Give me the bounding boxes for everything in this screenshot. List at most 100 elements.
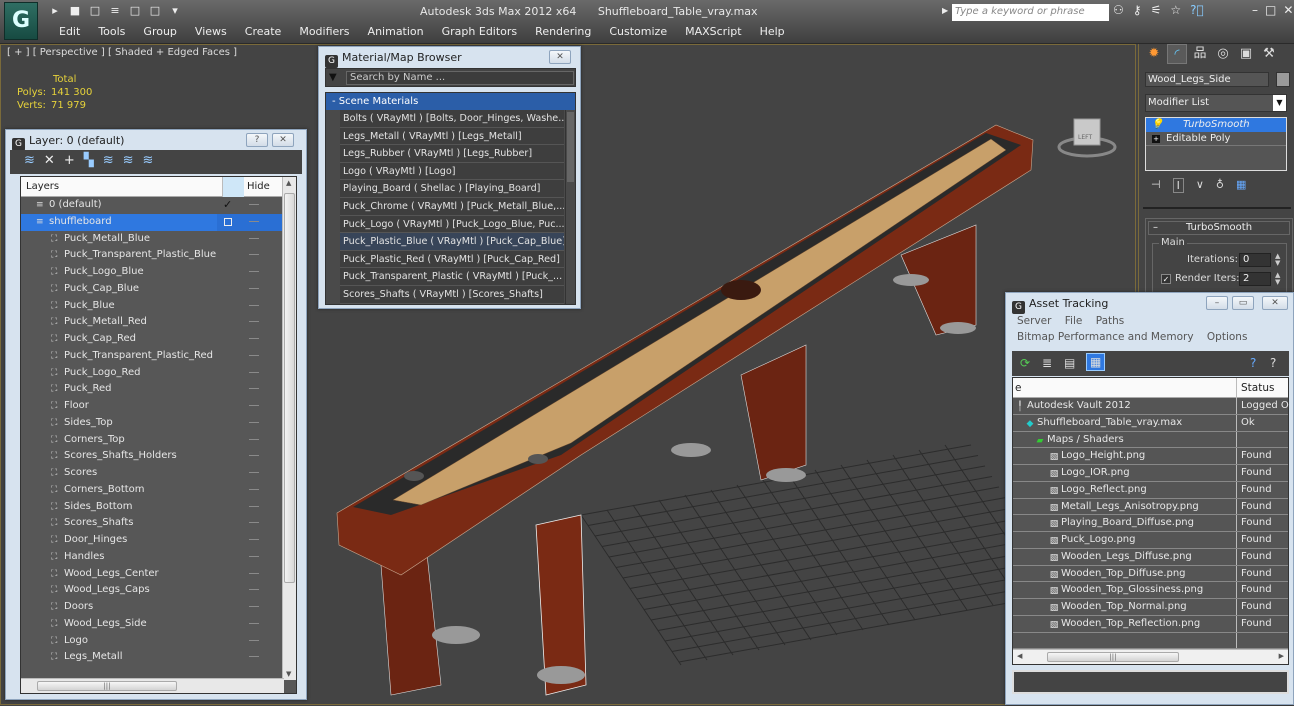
hide-toggle[interactable] — [249, 606, 259, 607]
show-end-result-icon[interactable]: I — [1172, 178, 1184, 193]
close-button[interactable]: ✕ — [272, 133, 294, 147]
object-row[interactable]: ⛶ Logo — [21, 633, 296, 650]
help-icon[interactable]: ? — [1250, 356, 1256, 370]
object-row[interactable]: ⛶ Legs_Metall — [21, 649, 296, 666]
asset-row[interactable]: ▧ Wooden_Legs_Diffuse.png Found — [1013, 548, 1288, 566]
column-name[interactable]: e — [1015, 382, 1021, 394]
object-row[interactable]: ⛶ Scores_Shafts — [21, 515, 296, 532]
asset-row[interactable]: ▰ Maps / Shaders — [1013, 431, 1288, 449]
info-icon[interactable]: ? — [1270, 356, 1276, 370]
column-status[interactable]: Status — [1241, 382, 1274, 394]
object-row[interactable]: ⛶ Puck_Cap_Red — [21, 331, 296, 348]
search-input[interactable]: Search by Name ... — [346, 71, 574, 85]
restore-button[interactable]: ▭ — [1232, 296, 1254, 310]
help-button[interactable]: ? — [246, 133, 268, 147]
star-icon[interactable]: ☆ — [1170, 3, 1181, 17]
search-input[interactable]: Type a keyword or phrase — [952, 4, 1109, 21]
modify-icon[interactable]: ◜ — [1167, 44, 1187, 64]
hide-toggle[interactable] — [249, 371, 259, 373]
hide-toggle[interactable] — [249, 287, 259, 289]
object-row[interactable]: ⛶ Wood_Legs_Center — [21, 566, 296, 583]
menu-tools[interactable]: Tools — [89, 25, 134, 38]
material-item[interactable]: Legs_Metall ( VRayMtl ) [Legs_Metall] — [340, 127, 564, 146]
asset-row[interactable]: ▧ Wooden_Top_Glossiness.png Found — [1013, 582, 1288, 599]
hide-toggle[interactable] — [249, 488, 259, 490]
window2-icon[interactable]: □ — [148, 4, 162, 17]
object-row[interactable]: ⛶ Scores_Shafts_Holders — [21, 448, 296, 465]
save-icon[interactable]: ■ — [68, 4, 82, 17]
object-row[interactable]: ⛶ Corners_Top — [21, 432, 296, 449]
display-icon[interactable]: ▣ — [1236, 44, 1256, 64]
material-item[interactable]: Puck_Plastic_Blue ( VRayMtl ) [Puck_Cap_… — [340, 233, 564, 251]
modifier-list-dropdown[interactable]: Modifier List ▼ — [1145, 94, 1287, 112]
rollout-header[interactable]: – TurboSmooth — [1148, 221, 1290, 235]
stack-item-turbosmooth[interactable]: 💡 TurboSmooth — [1146, 118, 1286, 132]
create-icon[interactable]: ✹ — [1144, 44, 1164, 64]
asset-row[interactable]: ▧ Wooden_Top_Normal.png Found — [1013, 599, 1288, 616]
menu-options[interactable]: Options — [1207, 331, 1248, 343]
menu-maxscript[interactable]: MAXScript — [676, 25, 750, 38]
hide-toggle[interactable] — [249, 572, 259, 574]
layer-row[interactable]: ≡ shuffleboard — [21, 213, 296, 231]
hide-toggle[interactable] — [249, 254, 259, 256]
hide-toggle[interactable] — [249, 472, 259, 473]
material-item[interactable]: Scores_Shafts ( VRayMtl ) [Scores_Shafts… — [340, 285, 564, 304]
scene-materials-group[interactable]: - Scene Materials — [326, 93, 575, 110]
set-current-checkbox[interactable] — [224, 217, 232, 226]
object-row[interactable]: ⛶ Door_Hinges — [21, 532, 296, 549]
asset-row[interactable]: ▧ Wooden_Top_Diffuse.png Found — [1013, 565, 1288, 583]
close-button[interactable]: ✕ — [549, 50, 571, 64]
object-row[interactable]: ⛶ Puck_Metall_Blue — [21, 231, 296, 248]
menu-group[interactable]: Group — [134, 25, 186, 38]
close-icon[interactable]: ✕ — [1283, 3, 1293, 17]
layer-vertical-scrollbar[interactable]: ▲ ▼ — [282, 177, 296, 680]
maximize-icon[interactable]: □ — [1265, 3, 1276, 17]
configure-sets-icon[interactable]: ▦ — [1236, 178, 1246, 193]
hide-toggle[interactable] — [249, 455, 259, 457]
search-expand-icon[interactable]: ▶ — [942, 6, 948, 15]
3dsmax-logo-icon[interactable]: G — [4, 2, 38, 40]
make-unique-icon[interactable]: ∨ — [1196, 178, 1204, 193]
new-layer-icon[interactable]: ≋ — [24, 153, 35, 171]
menu-file[interactable]: File — [1065, 315, 1083, 327]
asset-row[interactable]: ▧ Puck_Logo.png Found — [1013, 532, 1288, 549]
object-color-swatch[interactable] — [1276, 72, 1290, 87]
layer-horizontal-scrollbar[interactable]: ||| — [21, 678, 284, 693]
hide-toggle[interactable] — [249, 321, 259, 323]
pin-stack-icon[interactable]: ⊣ — [1151, 178, 1161, 193]
hide-toggle[interactable] — [249, 656, 259, 658]
minimize-icon[interactable]: – — [1252, 3, 1258, 17]
binoculars-icon[interactable]: ⚇ — [1113, 3, 1124, 17]
menu-rendering[interactable]: Rendering — [526, 25, 600, 38]
menu-create[interactable]: Create — [236, 25, 291, 38]
hide-toggle[interactable] — [249, 220, 259, 222]
object-name-field[interactable]: Wood_Legs_Side — [1145, 72, 1269, 87]
hide-toggle[interactable] — [249, 522, 259, 524]
hide-toggle[interactable] — [249, 505, 259, 507]
table-view-icon[interactable]: ▦ — [1086, 353, 1106, 371]
refresh-icon[interactable]: ⟳ — [1020, 356, 1030, 370]
hide-toggle[interactable] — [249, 388, 259, 390]
options-menu-icon[interactable]: ▼ — [329, 72, 337, 83]
key-icon[interactable]: ⚷ — [1133, 3, 1142, 17]
object-row[interactable]: ⛶ Sides_Top — [21, 415, 296, 432]
hide-toggle[interactable] — [249, 354, 259, 356]
stack-item-editable-poly[interactable]: + Editable Poly — [1146, 132, 1286, 146]
material-item[interactable]: Puck_Logo ( VRayMtl ) [Puck_Logo_Blue, P… — [340, 215, 564, 234]
project-icon[interactable]: ≡ — [108, 4, 122, 17]
asset-row[interactable]: ▧ Playing_Board_Diffuse.png Found — [1013, 515, 1288, 532]
remove-modifier-icon[interactable]: ♁ — [1216, 178, 1224, 193]
hide-toggle[interactable] — [249, 237, 259, 239]
asset-horizontal-scrollbar[interactable]: ◀ ||| ▶ — [1013, 649, 1288, 664]
motion-icon[interactable]: ◎ — [1213, 44, 1233, 64]
dropdown-icon[interactable]: ▾ — [168, 4, 182, 17]
thumbnail-icon[interactable]: ▤ — [1064, 356, 1075, 370]
hide-toggle[interactable] — [249, 622, 259, 624]
new-icon[interactable]: □ — [88, 4, 102, 17]
object-row[interactable]: ⛶ Puck_Red — [21, 381, 296, 398]
hide-toggle[interactable] — [249, 204, 259, 205]
help-icon[interactable]: ?⃝ — [1190, 3, 1204, 17]
material-item[interactable]: Logo ( VRayMtl ) [Logo] — [340, 162, 564, 181]
lightbulb-icon[interactable]: 💡 — [1151, 118, 1163, 132]
utilities-icon[interactable]: ⚒ — [1259, 44, 1279, 64]
